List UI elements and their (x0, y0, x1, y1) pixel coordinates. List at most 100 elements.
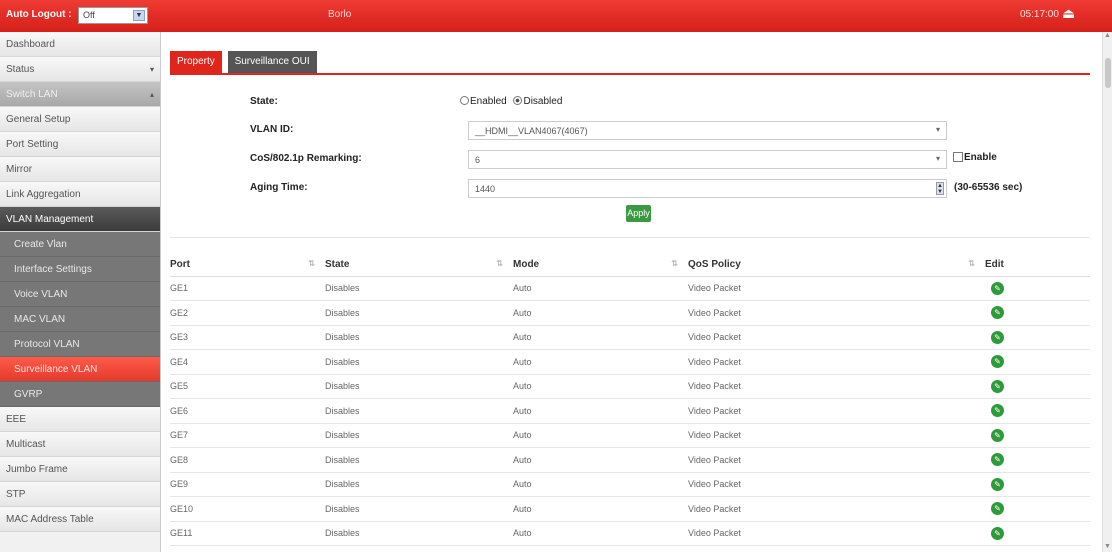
sidebar-item-label: GVRP (14, 389, 43, 400)
state-label: State: (250, 96, 278, 107)
state-disabled-label: Disabled (523, 96, 563, 107)
cell-state: Disables (325, 423, 513, 448)
tab-surveillance-oui[interactable]: Surveillance OUI (227, 51, 317, 73)
aging-time-range: (30-65536 sec) (954, 182, 1023, 193)
scroll-up-icon[interactable]: ▲ (1104, 32, 1111, 39)
edit-wrench-icon[interactable]: ✎ (991, 502, 1004, 516)
cell-port: GE11 (170, 521, 325, 546)
sidebar-item-eee[interactable]: EEE (0, 407, 160, 432)
edit-wrench-icon[interactable]: ✎ (991, 404, 1004, 418)
sidebar-item-label: Multicast (6, 439, 46, 450)
sidebar-item-switch-lan[interactable]: Switch LAN ▴ (0, 82, 160, 107)
cell-edit: ✎ (985, 300, 1090, 326)
cell-port: GE7 (170, 423, 325, 448)
cos-remarking-label: CoS/802.1p Remarking: (250, 153, 362, 164)
apply-button[interactable]: Apply (626, 205, 651, 222)
edit-wrench-icon[interactable]: ✎ (991, 428, 1004, 442)
edit-wrench-icon[interactable]: ✎ (991, 526, 1004, 540)
collapse-icon: ▴ (149, 90, 154, 99)
cos-enable-group: Enable (953, 152, 997, 163)
cell-qos: Video Packet (688, 325, 985, 350)
aging-time-input[interactable]: 1440 ▲ ▼ (468, 179, 947, 198)
state-disabled-radio[interactable] (513, 96, 523, 105)
table-row: GE7 Disables Auto Video Packet ✎ (170, 423, 1090, 448)
cell-state: Disables (325, 349, 513, 375)
expand-icon: ▾ (149, 65, 154, 74)
sidebar-item-mac-address-table[interactable]: MAC Address Table (0, 507, 160, 532)
sidebar-item-label: General Setup (6, 114, 71, 125)
edit-wrench-icon[interactable]: ✎ (991, 355, 1004, 369)
cell-state: Disables (325, 472, 513, 497)
cell-qos: Video Packet (688, 374, 985, 399)
vertical-scrollbar[interactable]: ▲ ▼ (1102, 32, 1112, 552)
logout-icon[interactable]: ⏏ (1062, 5, 1075, 22)
cell-qos: Video Packet (688, 496, 985, 522)
state-enabled-label: Enabled (470, 96, 507, 107)
column-header-qos-policy[interactable]: QoS Policy ⇅ (688, 254, 985, 277)
table-row: GE9 Disables Auto Video Packet ✎ (170, 472, 1090, 497)
sidebar-item-voice-vlan[interactable]: Voice VLAN (0, 282, 160, 307)
column-header-label: Edit (985, 259, 1004, 271)
edit-wrench-icon[interactable]: ✎ (991, 453, 1004, 467)
sidebar-item-jumbo-frame[interactable]: Jumbo Frame (0, 457, 160, 482)
cos-remarking-select[interactable]: 6 ▾ (468, 150, 947, 169)
aging-time-value: 1440 (475, 184, 496, 194)
column-header-state[interactable]: State ⇅ (325, 254, 513, 277)
vlan-id-select[interactable]: __HDMI__VLAN4067(4067) ▾ (468, 121, 947, 140)
vlan-id-value: __HDMI__VLAN4067(4067) (475, 126, 588, 136)
auto-logout-select[interactable]: Off ▼ (78, 7, 148, 24)
sidebar-item-label: MAC Address Table (6, 514, 94, 525)
cell-port: GE5 (170, 374, 325, 399)
hostname: Borlo (328, 9, 352, 20)
sidebar-item-stp[interactable]: STP (0, 482, 160, 507)
tab-property[interactable]: Property (170, 51, 222, 73)
scrollbar-thumb[interactable] (1105, 58, 1111, 88)
sidebar-item-interface-settings[interactable]: Interface Settings (0, 257, 160, 282)
sidebar-item-surveillance-vlan[interactable]: Surveillance VLAN (0, 357, 160, 382)
edit-wrench-icon[interactable]: ✎ (991, 306, 1004, 320)
edit-wrench-icon[interactable]: ✎ (991, 379, 1004, 393)
cell-edit: ✎ (985, 521, 1090, 546)
sidebar-item-label: Mirror (6, 164, 33, 175)
sidebar-item-general-setup[interactable]: General Setup (0, 107, 160, 132)
cell-mode: Auto (513, 349, 688, 375)
state-enabled-radio[interactable] (460, 96, 469, 105)
sidebar-item-link-aggregation[interactable]: Link Aggregation (0, 182, 160, 207)
cell-mode: Auto (513, 398, 688, 424)
sidebar-item-port-setting[interactable]: Port Setting (0, 132, 160, 157)
cell-mode: Auto (513, 496, 688, 522)
cell-mode: Auto (513, 300, 688, 326)
column-header-mode[interactable]: Mode ⇅ (513, 254, 688, 277)
aging-time-label: Aging Time: (250, 182, 308, 193)
cell-edit: ✎ (985, 496, 1090, 522)
table-row: GE5 Disables Auto Video Packet ✎ (170, 374, 1090, 399)
cell-edit: ✎ (985, 276, 1090, 301)
sidebar: Dashboard Status ▾ Switch LAN ▴ General Se… (0, 32, 161, 552)
auto-logout-value: Off (83, 10, 95, 20)
sidebar-item-gvrp[interactable]: GVRP (0, 382, 160, 407)
sidebar-item-vlan-management[interactable]: VLAN Management (0, 207, 160, 232)
divider (170, 237, 1090, 238)
cell-qos: Video Packet (688, 521, 985, 546)
sidebar-item-status[interactable]: Status ▾ (0, 57, 160, 82)
sort-icon: ⇅ (308, 259, 315, 268)
cell-mode: Auto (513, 472, 688, 497)
cos-enable-checkbox[interactable] (953, 152, 963, 162)
sidebar-item-mac-vlan[interactable]: MAC VLAN (0, 307, 160, 332)
edit-wrench-icon[interactable]: ✎ (991, 281, 1004, 295)
scroll-down-icon[interactable]: ▼ (1104, 543, 1111, 550)
column-header-port[interactable]: Port ⇅ (170, 254, 325, 277)
cell-port: GE10 (170, 496, 325, 522)
sidebar-item-create-vlan[interactable]: Create Vlan (0, 232, 160, 257)
sidebar-item-dashboard[interactable]: Dashboard (0, 32, 160, 57)
sidebar-item-protocol-vlan[interactable]: Protocol VLAN (0, 332, 160, 357)
cell-port: GE2 (170, 300, 325, 326)
cell-mode: Auto (513, 521, 688, 546)
cell-edit: ✎ (985, 472, 1090, 497)
sidebar-item-multicast[interactable]: Multicast (0, 432, 160, 457)
edit-wrench-icon[interactable]: ✎ (991, 330, 1004, 344)
sidebar-item-mirror[interactable]: Mirror (0, 157, 160, 182)
spinner-icon[interactable]: ▲ ▼ (936, 182, 944, 195)
edit-wrench-icon[interactable]: ✎ (991, 477, 1004, 491)
cell-port: GE1 (170, 276, 325, 301)
